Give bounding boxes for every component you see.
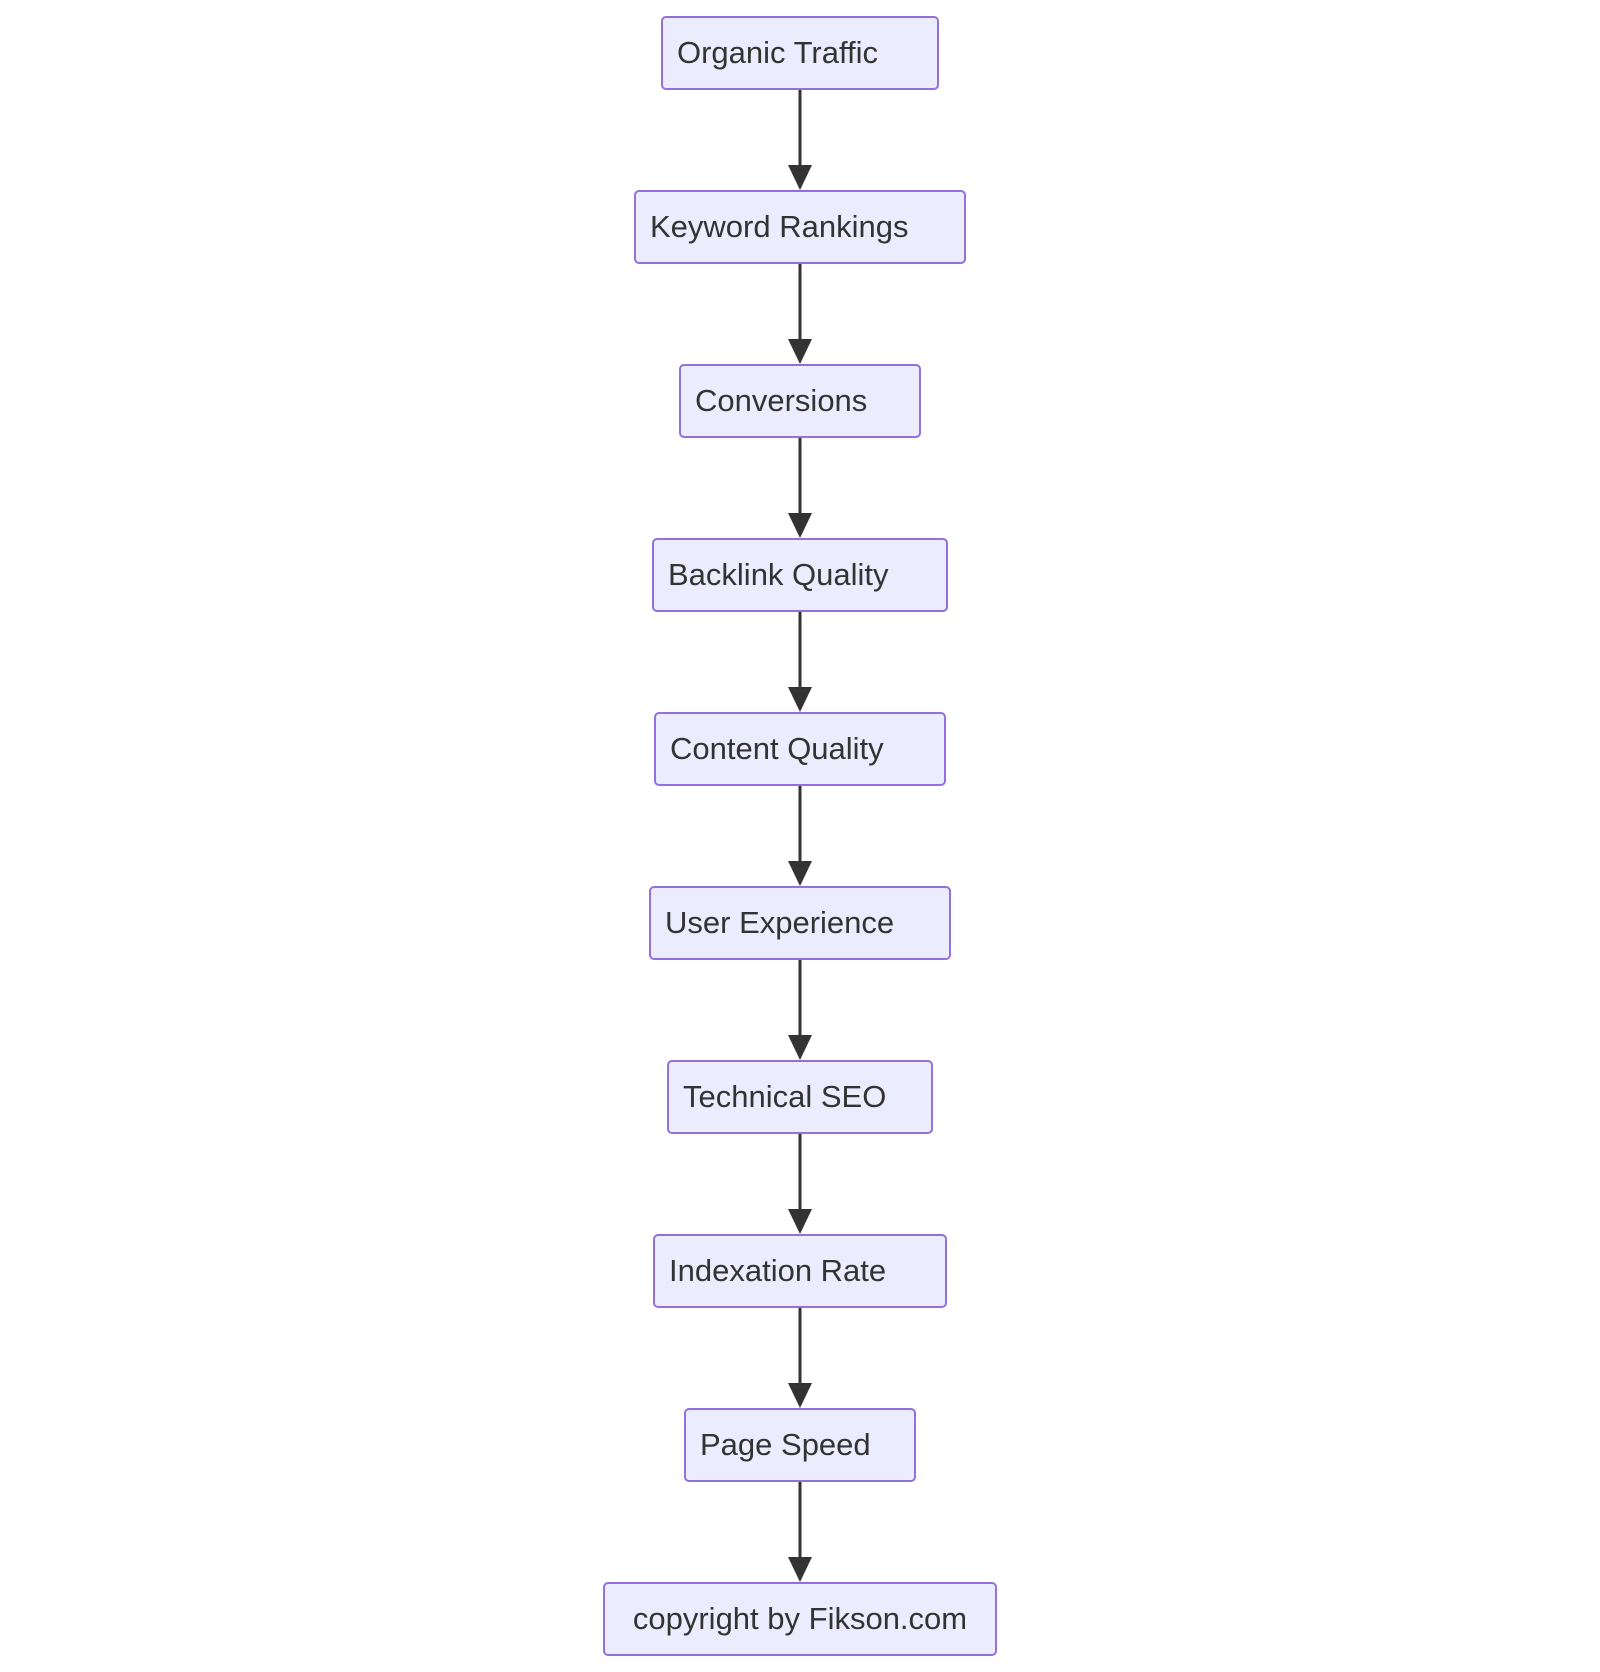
node-label: copyright by Fikson.com (632, 1601, 968, 1636)
node-label: Technical SEO (683, 1079, 887, 1114)
arrowhead-icon (788, 1035, 812, 1060)
node-label: Conversions (695, 383, 868, 418)
edge-conversions-to-backlink-quality (788, 438, 812, 538)
arrowhead-icon (788, 1557, 812, 1582)
arrowhead-icon (788, 1383, 812, 1408)
edge-organic-traffic-to-keyword-rankings (788, 90, 812, 190)
node-label: Backlink Quality (668, 557, 889, 592)
node-conversions[interactable]: Conversions (679, 364, 921, 438)
edge-user-experience-to-technical-seo (788, 960, 812, 1060)
edge-page-speed-to-copyright (788, 1482, 812, 1582)
node-copyright[interactable]: copyright by Fikson.com (603, 1582, 997, 1656)
flowchart: Organic Traffic Keyword Rankings Convers… (0, 0, 1600, 1672)
node-label: Content Quality (670, 731, 884, 766)
arrowhead-icon (788, 165, 812, 190)
node-organic-traffic[interactable]: Organic Traffic (661, 16, 939, 90)
node-page-speed[interactable]: Page Speed (684, 1408, 916, 1482)
arrowhead-icon (788, 687, 812, 712)
node-label: User Experience (665, 905, 895, 940)
node-label: Indexation Rate (669, 1253, 887, 1288)
node-user-experience[interactable]: User Experience (649, 886, 951, 960)
arrowhead-icon (788, 861, 812, 886)
node-technical-seo[interactable]: Technical SEO (667, 1060, 933, 1134)
node-keyword-rankings[interactable]: Keyword Rankings (634, 190, 966, 264)
node-backlink-quality[interactable]: Backlink Quality (652, 538, 948, 612)
node-content-quality[interactable]: Content Quality (654, 712, 946, 786)
node-indexation-rate[interactable]: Indexation Rate (653, 1234, 947, 1308)
edge-keyword-rankings-to-conversions (788, 264, 812, 364)
arrowhead-icon (788, 1209, 812, 1234)
edge-indexation-rate-to-page-speed (788, 1308, 812, 1408)
edge-technical-seo-to-indexation-rate (788, 1134, 812, 1234)
arrowhead-icon (788, 339, 812, 364)
node-label: Keyword Rankings (650, 209, 909, 244)
node-label: Page Speed (700, 1427, 871, 1462)
arrowhead-icon (788, 513, 812, 538)
node-label: Organic Traffic (677, 35, 879, 70)
edge-content-quality-to-user-experience (788, 786, 812, 886)
edge-backlink-quality-to-content-quality (788, 612, 812, 712)
